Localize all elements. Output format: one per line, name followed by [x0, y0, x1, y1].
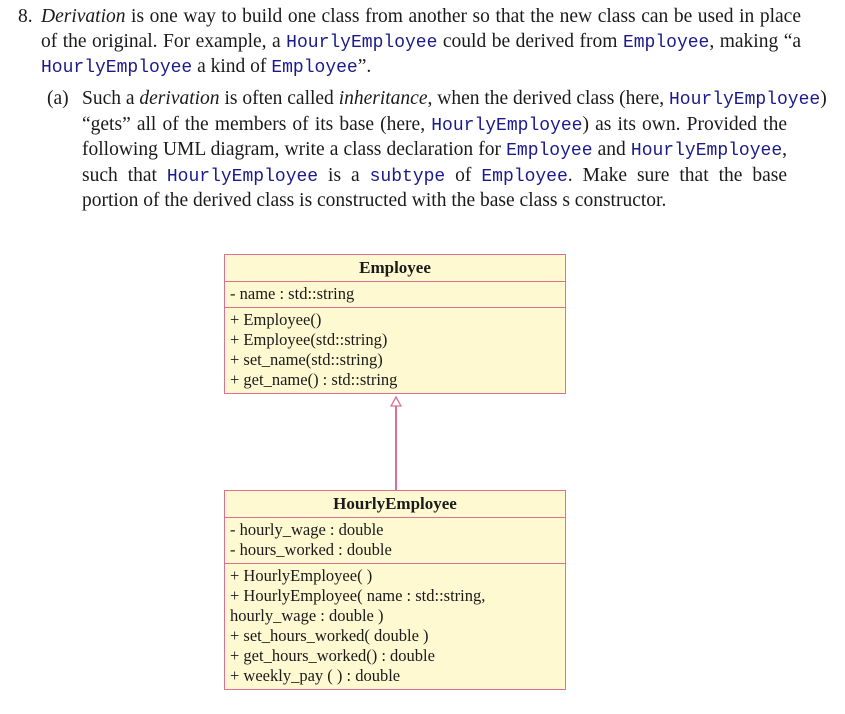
- intro-text: ”.: [357, 56, 372, 77]
- uml-attributes: - hourly_wage : double - hours_worked : …: [225, 518, 565, 563]
- code-term: HourlyEmployee: [286, 32, 438, 53]
- code-term: Employee: [481, 166, 568, 187]
- term-derivation: derivation: [139, 88, 220, 109]
- code-term: HourlyEmployee: [41, 58, 193, 78]
- uml-methods: + Employee() + Employee(std::string) + s…: [225, 307, 565, 393]
- uml-method: + weekly_pay ( ) : double: [230, 666, 401, 685]
- uml-class-name: HourlyEmployee: [225, 491, 565, 518]
- inheritance-arrow-icon: [390, 396, 402, 407]
- part-a-text: Such a: [82, 88, 140, 109]
- inheritance-line: [395, 397, 397, 491]
- uml-method: + HourlyEmployee( ): [230, 566, 373, 585]
- uml-method: + set_name(std::string): [230, 350, 383, 369]
- question-number: 8.: [18, 6, 33, 27]
- code-term: Employee: [622, 32, 710, 53]
- code-term: Employee: [506, 141, 593, 161]
- uml-method: + get_name() : std::string: [230, 370, 398, 389]
- uml-method: + Employee(): [230, 310, 322, 329]
- uml-attributes: - name : std::string: [225, 282, 565, 307]
- uml-attribute: - hourly_wage : double: [230, 520, 384, 539]
- part-a-text: and: [592, 139, 631, 160]
- part-a-text: ): [820, 88, 827, 109]
- part-a-text: is a: [318, 164, 370, 186]
- uml-attribute: - hours_worked : double: [230, 540, 392, 559]
- code-term: subtype: [369, 166, 446, 187]
- intro-text: could be derived from: [437, 30, 623, 52]
- part-a-text: is often called: [219, 88, 339, 109]
- uml-attribute: - name : std::string: [230, 284, 355, 303]
- uml-method: + set_hours_worked( double ): [230, 626, 429, 645]
- question-intro: Derivation is one way to build one class…: [41, 5, 801, 81]
- uml-method: hourly_wage : double ): [230, 606, 384, 625]
- uml-method: + HourlyEmployee( name : std::string,: [230, 586, 486, 605]
- part-a-text: “gets” all of the members of its base (h…: [82, 113, 432, 135]
- code-term: HourlyEmployee: [630, 141, 783, 161]
- uml-class-hourly-employee: HourlyEmployee - hourly_wage : double - …: [224, 490, 566, 690]
- intro-text: a kind of: [192, 56, 272, 77]
- code-term: HourlyEmployee: [431, 115, 583, 136]
- part-a-text: of: [445, 164, 482, 186]
- uml-class-employee: Employee - name : std::string + Employee…: [224, 254, 566, 394]
- part-a-label: (a): [47, 88, 69, 109]
- part-a-body: Such a derivation is often called inheri…: [82, 87, 827, 214]
- part-a-text: , when the derived class (here,: [427, 88, 669, 109]
- uml-methods: + HourlyEmployee( ) + HourlyEmployee( na…: [225, 563, 565, 689]
- uml-method: + Employee(std::string): [230, 330, 388, 349]
- code-term: HourlyEmployee: [166, 166, 319, 187]
- term-inheritance: inheritance: [338, 88, 428, 109]
- uml-class-name: Employee: [225, 255, 565, 282]
- intro-text: , making “a: [709, 30, 802, 52]
- code-term: HourlyEmployee: [668, 90, 821, 110]
- term-derivation: Derivation: [41, 6, 126, 27]
- uml-method: + get_hours_worked() : double: [230, 646, 435, 665]
- code-term: Employee: [271, 58, 358, 78]
